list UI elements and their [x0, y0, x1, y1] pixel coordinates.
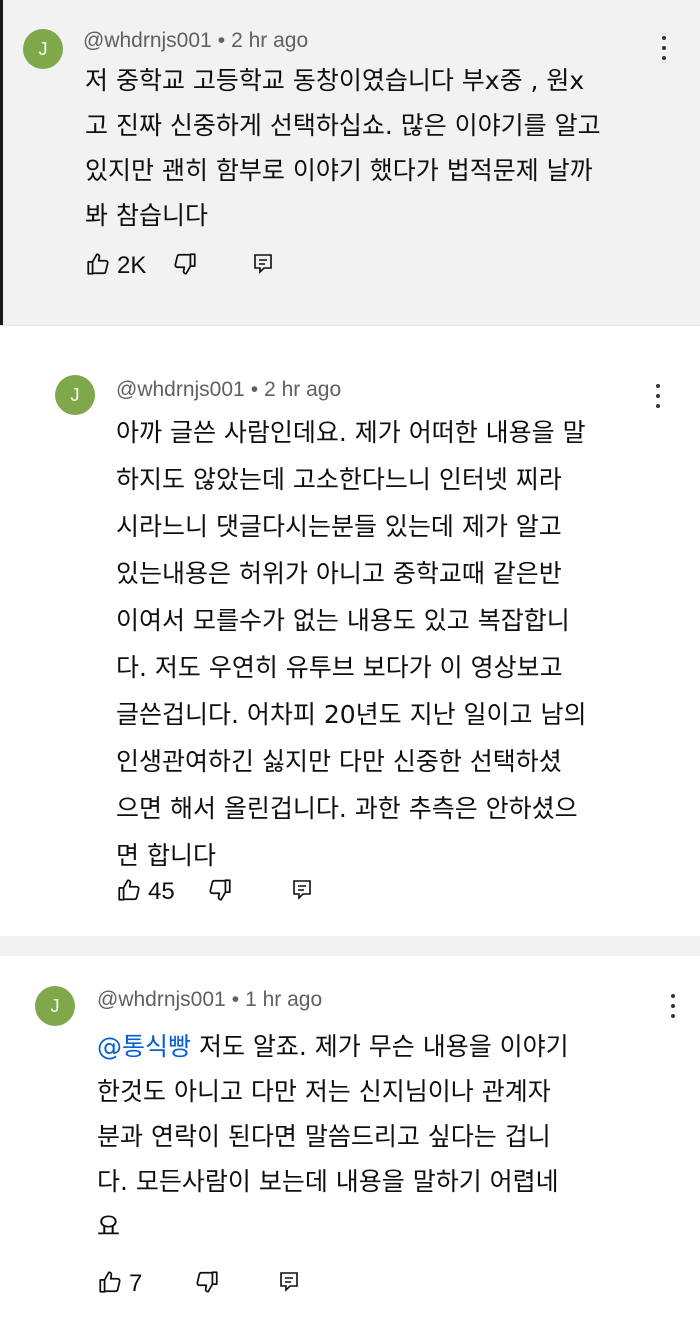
- like-count: 45: [148, 878, 175, 905]
- comment-time[interactable]: 2 hr ago: [264, 378, 341, 401]
- meta-separator: •: [217, 29, 226, 52]
- comment-line: 면 합니다: [116, 841, 216, 870]
- card-separator: [0, 936, 700, 956]
- comment-card-highlighted: J @whdrnjs001 • 2 hr ago 저 중학교 고등학교 동창이였습니…: [0, 0, 700, 305]
- avatar[interactable]: J: [23, 29, 63, 69]
- comment-line: 시라느니 댓글다시는분들 있는데 제가 알고: [116, 512, 562, 541]
- comment-actions: 7: [97, 1268, 300, 1300]
- meta-separator: •: [231, 988, 240, 1011]
- comment-line: 봐 참습니다: [85, 201, 208, 230]
- comment-time[interactable]: 2 hr ago: [231, 29, 308, 52]
- comment-text: 저 중학교 고등학교 동창이였습니다 부x중 , 원x 고 진짜 신중하게 선택…: [85, 58, 601, 238]
- card-separator: [0, 325, 700, 347]
- comment-meta: @whdrnjs001 • 1 hr ago: [97, 988, 322, 1012]
- comment-line: 아까 글쓴 사람인데요. 제가 어떠한 내용을 말: [116, 418, 586, 447]
- comment-text: 아까 글쓴 사람인데요. 제가 어떠한 내용을 말 하지도 않았는데 고소한다느…: [116, 409, 587, 879]
- reply-icon[interactable]: [252, 252, 274, 280]
- reply-icon[interactable]: [291, 878, 313, 906]
- comment-card: J @whdrnjs001 • 1 hr ago @통식빵 저도 알죠. 제가 무슨…: [0, 956, 700, 1337]
- author-handle[interactable]: @whdrnjs001: [83, 29, 212, 52]
- comment-line: @통식빵 저도 알죠. 제가 무슨 내용을 이야기: [97, 1024, 569, 1069]
- comment-line: 이여서 모를수가 없는 내용도 있고 복잡합니: [116, 606, 570, 635]
- comment-text: @통식빵 저도 알죠. 제가 무슨 내용을 이야기 한것도 아니고 다만 저는 …: [97, 1024, 569, 1249]
- comment-time[interactable]: 1 hr ago: [245, 988, 322, 1011]
- comment-line: 고 진짜 신중하게 선택하십쇼. 많은 이야기를 알고: [85, 111, 601, 140]
- comment-line: 다. 모든사람이 보는데 내용을 말하기 어렵네: [97, 1167, 559, 1196]
- like-count: 7: [129, 1270, 143, 1297]
- more-vert-icon[interactable]: [663, 994, 683, 1018]
- comment-line: 분과 연락이 된다면 말씀드리고 싶다는 겁니: [97, 1122, 551, 1151]
- card-separator: [0, 305, 700, 325]
- thumbs-down-icon[interactable]: [194, 1269, 220, 1299]
- author-handle[interactable]: @whdrnjs001: [97, 988, 226, 1011]
- comment-actions: 2K: [85, 250, 274, 282]
- comment-line: 하지도 않았는데 고소한다느니 인터넷 찌라: [116, 465, 562, 494]
- comment-line-rest: 저도 알죠. 제가 무슨 내용을 이야기: [191, 1032, 569, 1061]
- thumbs-up-icon[interactable]: [97, 1269, 123, 1299]
- thumbs-down-icon[interactable]: [207, 877, 233, 907]
- thumbs-up-icon[interactable]: [85, 251, 111, 281]
- like-count: 2K: [117, 252, 147, 279]
- more-vert-icon[interactable]: [648, 384, 668, 408]
- avatar[interactable]: J: [55, 375, 95, 415]
- more-vert-icon[interactable]: [654, 36, 674, 60]
- comment-meta: @whdrnjs001 • 2 hr ago: [116, 378, 341, 402]
- comment-actions: 45: [116, 876, 313, 908]
- comment-line: 있지만 괜히 함부로 이야기 했다가 법적문제 날까: [85, 156, 593, 185]
- comment-line: 요: [97, 1212, 121, 1241]
- comment-line: 글쓴겁니다. 어차피 20년도 지난 일이고 남의: [116, 700, 587, 729]
- comment-line: 저 중학교 고등학교 동창이였습니다 부x중 , 원x: [85, 66, 585, 95]
- avatar[interactable]: J: [35, 986, 75, 1026]
- comment-line: 있는내용은 허위가 아니고 중학교때 같은반: [116, 559, 562, 588]
- left-edge-bar: [0, 305, 3, 325]
- mention-link[interactable]: @통식빵: [97, 1032, 191, 1061]
- comment-line: 한것도 아니고 다만 저는 신지님이나 관계자: [97, 1077, 551, 1106]
- meta-separator: •: [250, 378, 259, 401]
- comment-line: 인생관여하긴 싫지만 다만 신중한 선택하셨: [116, 747, 562, 776]
- comment-line: 다. 저도 우연히 유투브 보다가 이 영상보고: [116, 653, 563, 682]
- reply-icon[interactable]: [278, 1270, 300, 1298]
- author-handle[interactable]: @whdrnjs001: [116, 378, 245, 401]
- comment-line: 으면 해서 올린겁니다. 과한 추측은 안하셨으: [116, 794, 578, 823]
- comment-meta: @whdrnjs001 • 2 hr ago: [83, 29, 308, 53]
- thumbs-up-icon[interactable]: [116, 877, 142, 907]
- comment-card: J @whdrnjs001 • 2 hr ago 아까 글쓴 사람인데요. 제가 어…: [0, 346, 700, 936]
- thumbs-down-icon[interactable]: [172, 251, 198, 281]
